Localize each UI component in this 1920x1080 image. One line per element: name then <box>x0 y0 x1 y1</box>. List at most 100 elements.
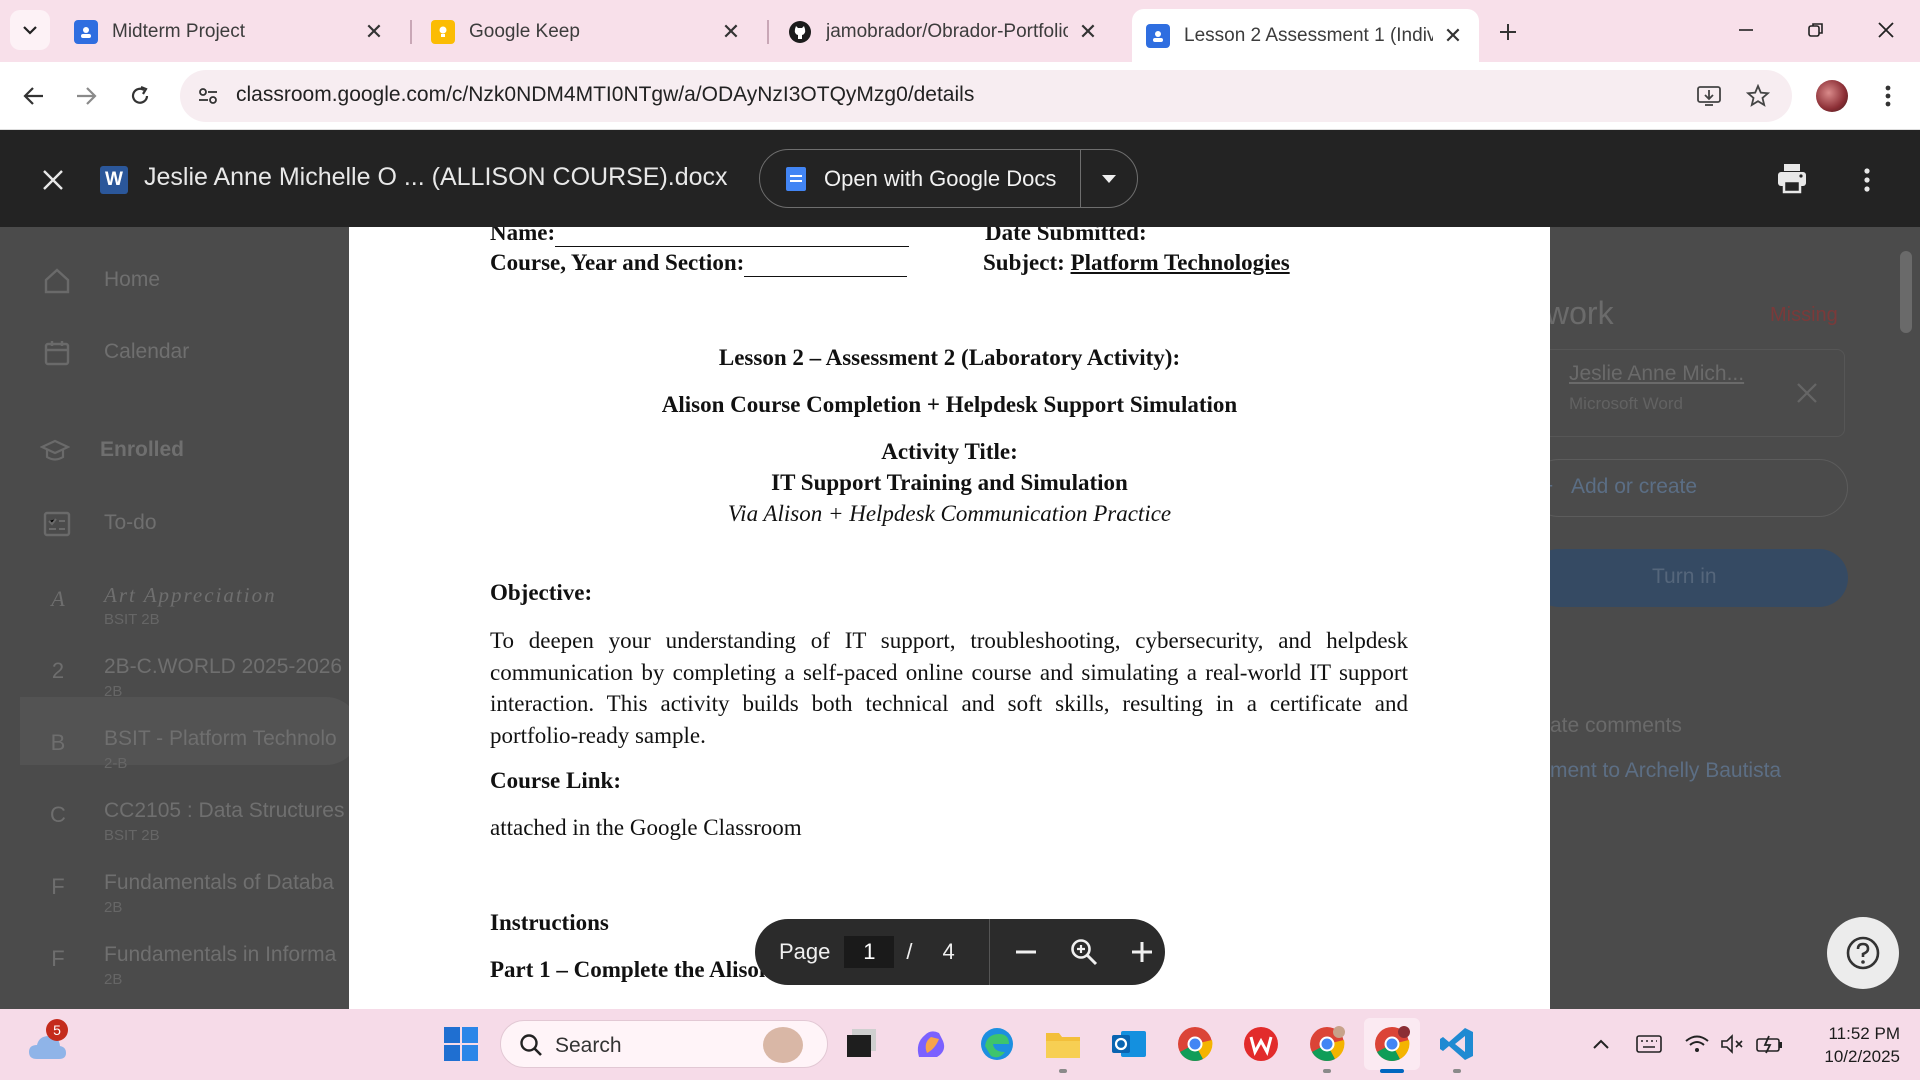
tab-google-keep[interactable]: Google Keep ✕ <box>417 9 757 54</box>
system-clock[interactable]: 11:52 PM 10/2/2025 <box>1790 1022 1900 1068</box>
add-or-create-button: Add or create + <box>1530 459 1848 517</box>
tab-search-button[interactable] <box>10 10 50 50</box>
wps-office-button[interactable] <box>1240 1023 1282 1065</box>
help-icon <box>1846 936 1880 970</box>
taskbar-search-box[interactable]: Search <box>500 1020 828 1068</box>
keyboard-icon[interactable] <box>1636 1031 1662 1057</box>
search-icon <box>520 1034 542 1056</box>
name-field: Name: <box>490 227 910 247</box>
activity-via: Via Alison + Helpdesk Communication Prac… <box>727 501 1172 526</box>
close-tab-icon[interactable]: ✕ <box>1076 19 1100 44</box>
battery-charging-icon[interactable] <box>1756 1031 1782 1057</box>
close-tab-icon[interactable]: ✕ <box>1441 23 1465 48</box>
edge-button[interactable] <box>976 1023 1018 1065</box>
bookmark-star-icon[interactable] <box>1742 80 1774 112</box>
profile-avatar[interactable] <box>1816 80 1848 112</box>
lesson-subtitle: Alison Course Completion + Helpdesk Supp… <box>661 392 1238 417</box>
word-file-icon: W <box>100 166 128 194</box>
back-button[interactable] <box>12 74 56 118</box>
running-indicator <box>1059 1069 1067 1073</box>
class-avatar: F <box>51 874 65 899</box>
zoom-in-button[interactable] <box>1122 932 1162 972</box>
search-highlight-icon <box>763 1027 803 1063</box>
print-button[interactable] <box>1775 161 1813 199</box>
install-app-icon[interactable] <box>1694 80 1726 112</box>
tab-midterm-project[interactable]: Midterm Project ✕ <box>60 9 400 54</box>
show-hidden-icons-button[interactable] <box>1588 1031 1614 1057</box>
chrome-menu-button[interactable] <box>1866 74 1910 118</box>
calendar-icon <box>42 338 72 368</box>
notification-badge: 5 <box>46 1019 68 1041</box>
plus-icon <box>1131 942 1152 962</box>
outlook-button[interactable] <box>1108 1023 1150 1065</box>
edge-icon <box>981 1028 1013 1060</box>
zoom-reset-button[interactable] <box>1064 932 1104 972</box>
chrome-button[interactable] <box>1174 1023 1216 1065</box>
file-explorer-button[interactable] <box>1042 1023 1084 1065</box>
zoom-icon <box>1070 939 1097 966</box>
reload-button[interactable] <box>118 74 162 118</box>
site-info-icon[interactable] <box>194 82 222 110</box>
tab-lesson-2-assessment[interactable]: Lesson 2 Assessment 1 (Individu ✕ <box>1132 9 1479 62</box>
close-window-button[interactable] <box>1856 10 1916 50</box>
sidebar-class-information: F Fundamentals in Informa 2B <box>0 927 350 988</box>
attachment-type: Microsoft Word <box>1569 394 1683 413</box>
address-bar[interactable]: classroom.google.com/c/Nzk0NDM4MTI0NTgw/… <box>180 70 1792 122</box>
chrome-profile-button[interactable] <box>1306 1023 1348 1065</box>
chrome-active-button[interactable] <box>1364 1018 1420 1070</box>
browser-toolbar: classroom.google.com/c/Nzk0NDM4MTI0NTgw/… <box>0 62 1920 130</box>
forward-button[interactable] <box>64 74 108 118</box>
close-icon <box>1878 22 1894 38</box>
attachment-name: Jeslie Anne Mich... <box>1569 362 1745 385</box>
arrow-left-icon <box>23 87 43 105</box>
instructions-heading: Instructions <box>490 910 609 935</box>
vscode-button[interactable] <box>1436 1023 1478 1065</box>
date-submitted-label: Date Submitted: <box>985 227 1147 245</box>
clock-date: 10/2/2025 <box>1824 1047 1900 1066</box>
copilot-icon <box>917 1031 945 1057</box>
tab-title: Midterm Project <box>112 20 246 42</box>
chrome-icon <box>1178 1027 1213 1061</box>
open-with-dropdown-button[interactable] <box>1081 174 1137 184</box>
class-avatar: C <box>50 802 66 827</box>
minimize-button[interactable] <box>1716 10 1776 50</box>
plus-icon <box>1500 24 1516 40</box>
start-button[interactable] <box>440 1023 482 1065</box>
new-tab-button[interactable] <box>1490 14 1526 50</box>
sidebar-class-platform-technologies: B BSIT - Platform Technolo 2-B <box>0 711 350 772</box>
wifi-icon[interactable] <box>1684 1031 1710 1057</box>
minus-icon <box>1015 950 1036 954</box>
document-page: Name: Date Submitted: Course, Year and S… <box>349 227 1550 1009</box>
close-viewer-button[interactable] <box>36 163 70 197</box>
chevron-up-icon <box>1593 1039 1609 1049</box>
close-tab-icon[interactable]: ✕ <box>362 19 386 44</box>
restore-button[interactable] <box>1786 10 1846 50</box>
copilot-button[interactable] <box>910 1023 952 1065</box>
search-label: Search <box>555 1034 622 1057</box>
classroom-favicon-icon <box>1146 23 1170 48</box>
sidebar-item-label: To-do <box>104 511 157 534</box>
arrow-right-icon <box>77 87 97 105</box>
class-name: Fundamentals in Informa <box>104 943 337 966</box>
zoom-out-button[interactable] <box>1006 932 1046 972</box>
attachment-card: Jeslie Anne Mich... Microsoft Word <box>1540 349 1845 437</box>
class-avatar: A <box>51 586 65 611</box>
add-or-create-label: Add or create <box>1571 475 1698 498</box>
open-with-google-docs-button[interactable]: Open with Google Docs <box>760 150 1081 207</box>
help-button[interactable] <box>1827 917 1899 989</box>
chevron-down-icon <box>23 26 37 35</box>
speaker-muted-icon[interactable] <box>1720 1031 1746 1057</box>
class-section: 2-B <box>104 755 128 772</box>
course-label: Course, Year and Section: <box>490 250 745 275</box>
sidebar-item-label: Calendar <box>104 340 190 363</box>
page-number-input[interactable] <box>844 936 895 968</box>
viewer-more-options-button[interactable] <box>1850 161 1884 199</box>
scrollbar-thumb[interactable] <box>1900 251 1912 333</box>
close-tab-icon[interactable]: ✕ <box>719 19 743 44</box>
task-view-button[interactable] <box>840 1023 882 1065</box>
tab-github-portfolio[interactable]: jamobrador/Obrador-Portfolio ✕ <box>774 9 1114 54</box>
open-with-button-group: Open with Google Docs <box>759 149 1138 208</box>
page-separator: / <box>906 939 913 964</box>
sidebar-item-todo: To-do <box>0 495 350 555</box>
course-link-heading: Course Link: <box>490 768 621 793</box>
